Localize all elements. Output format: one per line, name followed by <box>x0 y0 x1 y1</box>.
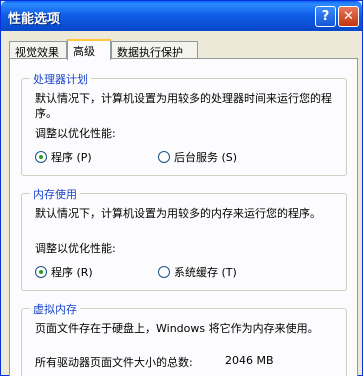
radio-unchecked-icon[interactable] <box>158 266 170 278</box>
processor-background-services-option[interactable]: 后台服务 (S) <box>158 149 238 164</box>
tab-data-execution-prevention[interactable]: 数据执行保护 <box>111 41 198 59</box>
virtual-memory-description: 页面文件存在于硬盘上，Windows 将它作为内存来使用。 <box>35 322 319 335</box>
memory-usage-description: 默认情况下，计算机设置为用较多的内存来运行您的程序。 <box>35 207 321 220</box>
processor-scheduling-group: 处理器计划 默认情况下，计算机设置为用较多的处理器时间来运行您的程序。 调整以优… <box>21 71 347 176</box>
virtual-memory-group: 虚拟内存 页面文件存在于硬盘上，Windows 将它作为内存来使用。 所有驱动器… <box>21 301 347 376</box>
advanced-tab-panel: 处理器计划 默认情况下，计算机设置为用较多的处理器时间来运行您的程序。 调整以优… <box>9 58 358 376</box>
processor-programs-label: 程序 (P) <box>51 151 92 164</box>
radio-checked-icon[interactable] <box>35 266 47 278</box>
processor-scheduling-description: 默认情况下，计算机设置为用较多的处理器时间来运行您的程序。 <box>35 92 332 120</box>
virtual-memory-title: 虚拟内存 <box>30 301 80 317</box>
memory-usage-title: 内存使用 <box>30 186 80 202</box>
memory-programs-option[interactable]: 程序 (R) <box>35 264 93 279</box>
paging-file-total-label: 所有驱动器页面文件大小的总数: <box>35 356 193 369</box>
memory-adjust-label: 调整以优化性能: <box>35 242 116 255</box>
processor-programs-option[interactable]: 程序 (P) <box>35 149 92 164</box>
window-title: 性能选项 <box>8 12 61 27</box>
memory-programs-label: 程序 (R) <box>51 266 93 279</box>
paging-file-total-value: 2046 MB <box>225 354 274 367</box>
title-bar[interactable]: 性能选项 ? ✕ <box>1 1 362 31</box>
processor-background-services-label: 后台服务 (S) <box>174 151 238 164</box>
performance-options-window: 性能选项 ? ✕ 视觉效果 高级 数据执行保护 处理器计划 默认情况下，计算机设… <box>0 0 363 376</box>
processor-adjust-label: 调整以优化性能: <box>35 127 116 140</box>
radio-unchecked-icon[interactable] <box>158 151 170 163</box>
memory-system-cache-label: 系统缓存 (T) <box>174 266 237 279</box>
help-button[interactable]: ? <box>315 6 336 27</box>
radio-checked-icon[interactable] <box>35 151 47 163</box>
memory-system-cache-option[interactable]: 系统缓存 (T) <box>158 264 237 279</box>
tab-advanced[interactable]: 高级 <box>67 39 111 60</box>
processor-scheduling-title: 处理器计划 <box>30 71 91 87</box>
close-button[interactable]: ✕ <box>338 6 359 27</box>
memory-usage-group: 内存使用 默认情况下，计算机设置为用较多的内存来运行您的程序。 调整以优化性能:… <box>21 186 347 291</box>
tab-visual-effects[interactable]: 视觉效果 <box>9 41 67 59</box>
